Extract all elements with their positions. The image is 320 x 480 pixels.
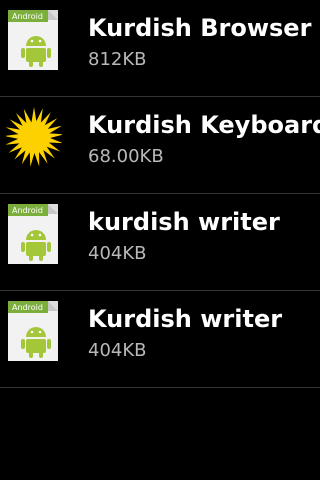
app-row-kurdish-keyboard[interactable]: Kurdish Keyboard 68.00KB [0,97,320,194]
app-name: Kurdish Browser [88,14,312,42]
app-size: 404KB [88,243,147,264]
android-badge: Android [12,303,43,312]
app-row-kurdish-writer[interactable]: Android Kurdish writer 404KB [0,291,320,388]
android-badge: Android [12,206,43,215]
app-size: 68.00KB [88,146,164,167]
android-badge: Android [12,12,43,21]
android-apk-icon: Android [8,301,58,361]
app-list: Android Kurdish Browser 812KB Kurdish Ke… [0,0,320,388]
android-apk-icon: Android [8,204,58,264]
kurdish-sun-icon [6,107,62,167]
app-name: Kurdish Keyboard [88,111,320,139]
app-row-kurdish-browser[interactable]: Android Kurdish Browser 812KB [0,0,320,97]
android-apk-icon: Android [8,10,58,70]
app-name: Kurdish writer [88,305,283,333]
app-name: kurdish writer [88,208,280,236]
app-size: 404KB [88,340,147,361]
app-size: 812KB [88,49,147,70]
app-row-kurdish-writer-lower[interactable]: Android kurdish writer 404KB [0,194,320,291]
